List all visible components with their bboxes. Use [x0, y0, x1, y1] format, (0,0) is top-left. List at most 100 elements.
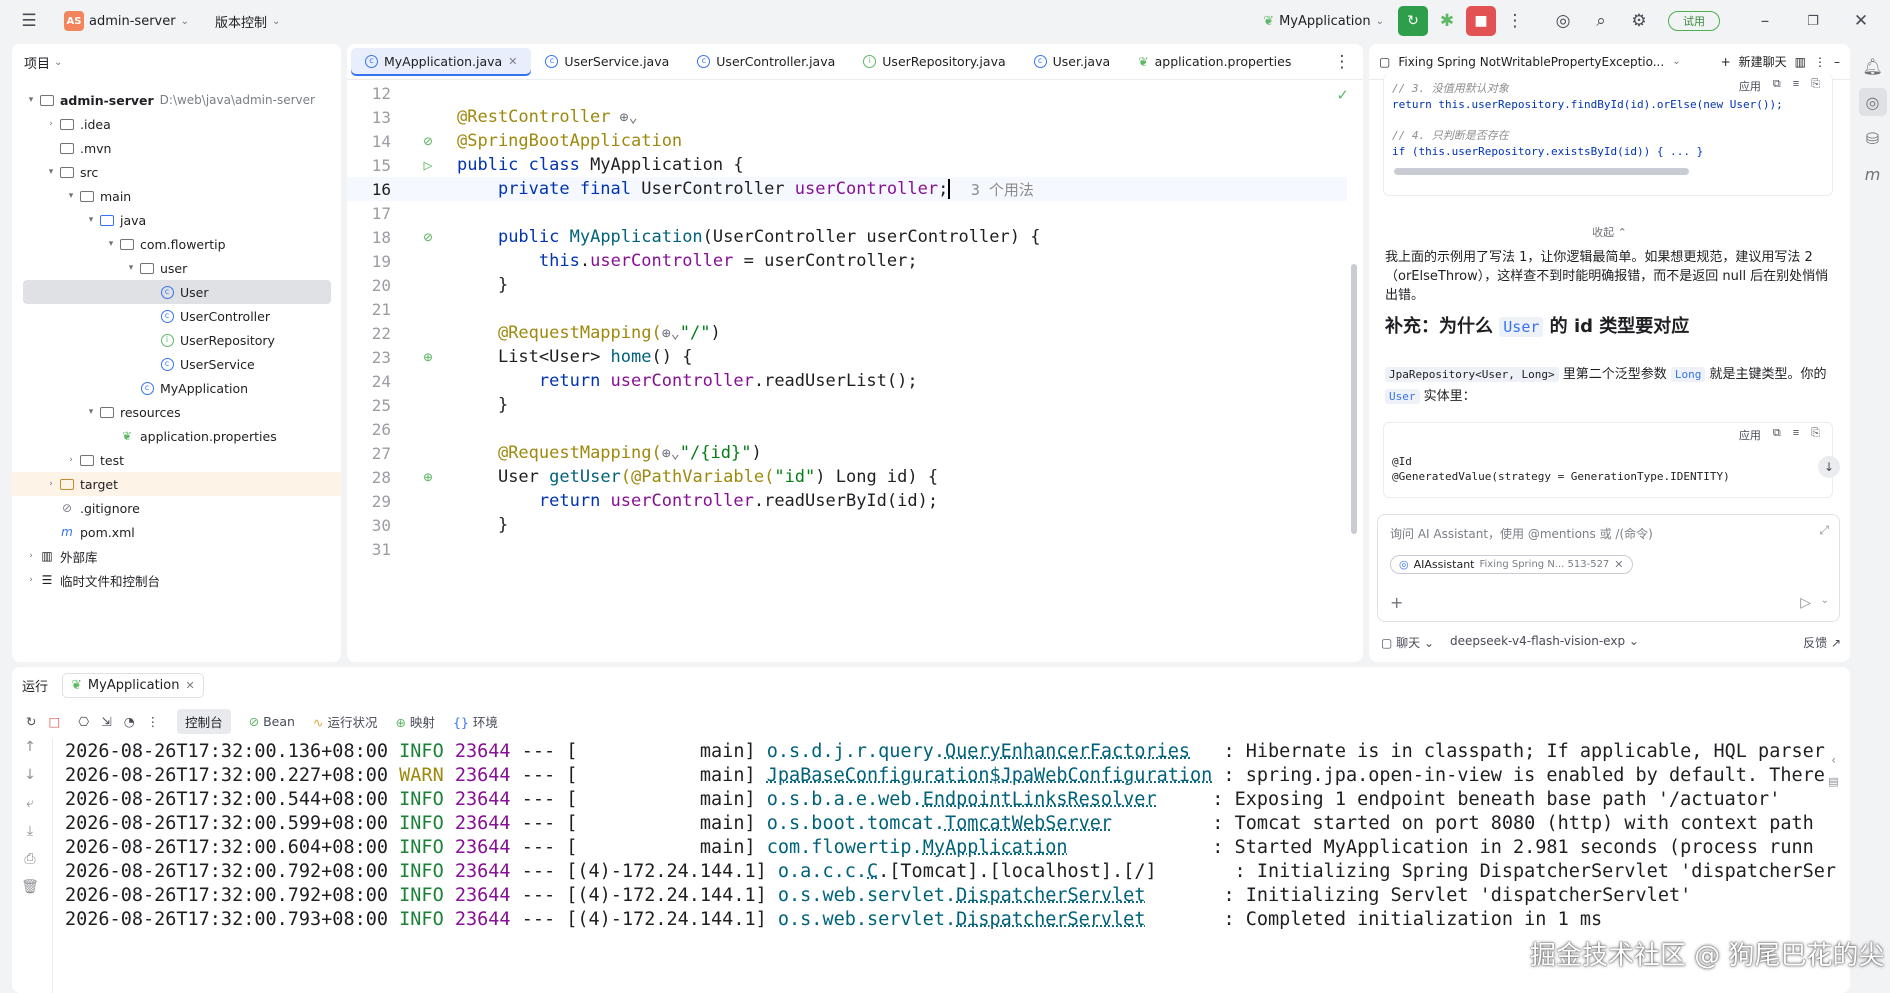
notifications-icon[interactable]: 🔔︎ — [1859, 52, 1887, 80]
more-icon[interactable]: ⋮ — [1500, 6, 1530, 36]
tree-item-user-package[interactable]: ▾ user — [12, 256, 330, 280]
spring-bean-icon[interactable]: ⊘ — [399, 228, 457, 246]
new-chat-button[interactable]: 新建聊天 — [1739, 53, 1787, 70]
arrow-up-icon[interactable]: ↑ — [24, 739, 36, 755]
print-icon[interactable]: ⎙ — [24, 851, 35, 867]
log-logger[interactable]: o.a.c.c.C — [778, 861, 878, 882]
log-logger[interactable]: o.s.b.a.e.web.EndpointLinksResolver — [767, 789, 1157, 810]
tree-item-myapplication[interactable]: c MyApplication — [12, 376, 330, 400]
plus-icon[interactable]: + — [1390, 593, 1403, 612]
trash-icon[interactable]: 🗑︎ — [21, 879, 39, 895]
snippet-scrollbar[interactable] — [1394, 168, 1689, 175]
tab-userrepository[interactable]: i UserRepository.java — [849, 48, 1019, 76]
stop-icon[interactable]: □ — [48, 714, 60, 729]
close-icon[interactable]: ✕ — [1614, 558, 1623, 571]
chevron-left-icon[interactable]: ‹ — [1831, 753, 1836, 767]
chevron-down-icon[interactable]: ⌄ — [1672, 56, 1680, 67]
tree-item-mvn[interactable]: .mvn — [12, 136, 330, 160]
tree-item-pom[interactable]: m pom.xml — [12, 520, 330, 544]
editor-scrollbar[interactable] — [1351, 264, 1357, 534]
ai-assistant-icon[interactable]: ◎ — [1858, 88, 1887, 116]
copy-icon[interactable]: ⧉ — [1773, 427, 1781, 443]
log-logger[interactable]: o.s.boot.tomcat.TomcatWebServer — [767, 813, 1112, 834]
log-logger[interactable]: o.s.d.j.r.query.QueryEnhancerFactories — [767, 741, 1190, 762]
tab-environment[interactable]: {} 环境 — [453, 712, 498, 731]
logger-class-link[interactable]: DispatcherServlet — [956, 885, 1145, 906]
logger-class-link[interactable]: TomcatWebServer — [945, 813, 1112, 834]
tab-userservice[interactable]: c UserService.java — [531, 48, 683, 76]
search-icon[interactable]: ⌕ — [1586, 6, 1616, 36]
log-logger[interactable]: o.s.web.servlet.DispatcherServlet — [778, 885, 1146, 906]
tree-item-main[interactable]: ▾ main — [12, 184, 330, 208]
tab-myapplication[interactable]: c MyApplication.java ✕ — [351, 47, 532, 76]
insert-icon[interactable]: ≡ — [1793, 78, 1799, 94]
globe-icon[interactable]: ⊕⌄ — [662, 324, 680, 342]
stop-button[interactable]: ■ — [1466, 6, 1496, 36]
copy-icon[interactable]: ⧉ — [1773, 78, 1781, 94]
globe-icon[interactable]: ⊕⌄ — [662, 444, 680, 462]
camera-icon[interactable]: ⎔ — [78, 714, 89, 729]
mode-selector[interactable]: ▢ 聊天 ⌄ — [1381, 634, 1434, 651]
tree-item-test[interactable]: › test — [12, 448, 330, 472]
database-icon[interactable]: ⛁ — [1859, 124, 1887, 152]
endpoint-icon[interactable]: ⊕ — [399, 468, 457, 486]
tree-item-root[interactable]: ▾ admin-server D:\web\java\admin-server — [12, 88, 330, 112]
minimize-icon[interactable]: – — [1834, 55, 1840, 69]
tree-item-app-properties[interactable]: ❦ application.properties — [12, 424, 330, 448]
endpoint-icon[interactable]: ⊕ — [399, 348, 457, 366]
tree-item-usercontroller[interactable]: c UserController — [12, 304, 330, 328]
close-icon[interactable]: ✕ — [185, 679, 194, 692]
tab-health[interactable]: ∿ 运行状况 — [313, 712, 377, 731]
maximize-icon[interactable]: ❐ — [1798, 6, 1828, 36]
gear-icon[interactable]: ⚙ — [1624, 6, 1654, 36]
tab-app-properties[interactable]: ❦ application.properties — [1124, 48, 1305, 76]
new-file-icon[interactable]: ⎘ — [1811, 78, 1820, 94]
run-tab-myapplication[interactable]: ❦ MyApplication ✕ — [62, 672, 204, 698]
tree-item-src[interactable]: ▾ src — [12, 160, 330, 184]
code-editor[interactable]: 12 13 @RestController ⊕⌄ 14 ⊘ @SpringBootAp… — [347, 81, 1363, 662]
soft-wrap-icon[interactable]: ⤶ — [26, 795, 34, 811]
more-icon[interactable]: ⋮ — [1814, 55, 1826, 69]
model-selector[interactable]: deepseek-v4-flash-vision-exp ⌄ — [1450, 634, 1639, 651]
main-menu-icon[interactable]: ☰ — [14, 6, 44, 36]
tree-item-gitignore[interactable]: ⊘ .gitignore — [12, 496, 330, 520]
trial-button[interactable]: 试用 — [1668, 11, 1720, 31]
logger-class-link[interactable]: QueryEnhancerFactories — [945, 741, 1190, 762]
tree-item-external-libs[interactable]: › ▥ 外部库 — [12, 544, 330, 568]
more-icon[interactable]: ⋮ — [147, 714, 160, 729]
log-logger[interactable]: JpaBaseConfiguration$JpaWebConfiguration — [767, 765, 1213, 786]
close-icon[interactable]: ✕ — [1846, 6, 1876, 36]
tab-usercontroller[interactable]: c UserController.java — [683, 48, 849, 76]
rerun-icon[interactable]: ↻ — [26, 714, 36, 729]
ai-input-box[interactable]: 询问 AI Assistant，使用 @mentions 或 /(命令) ⤢ ◎… — [1377, 514, 1840, 622]
debug-icon[interactable]: ✱ — [1432, 6, 1462, 36]
tab-user[interactable]: c User.java — [1020, 48, 1125, 76]
tab-console[interactable]: 控制台 — [177, 708, 231, 734]
tree-item-resources[interactable]: ▾ resources — [12, 400, 330, 424]
project-selector[interactable]: AS admin-server ⌄ — [56, 6, 197, 36]
context-chip[interactable]: ◎ AIAssistant Fixing Spring N... 513-527… — [1390, 555, 1633, 574]
vcs-menu[interactable]: 版本控制 ⌄ — [207, 6, 288, 36]
tree-item-userrepository[interactable]: i UserRepository — [12, 328, 330, 352]
minimize-icon[interactable]: – — [1750, 6, 1780, 36]
send-icon[interactable]: ▷ — [1800, 595, 1811, 611]
scroll-down-icon[interactable]: ↓ — [1818, 456, 1840, 478]
chat-title[interactable]: Fixing Spring NotWritablePropertyExcepti… — [1398, 55, 1664, 69]
exit-icon[interactable]: ⇲ — [101, 714, 111, 729]
more-icon[interactable]: ⋮ — [1327, 47, 1357, 77]
collapse-button[interactable]: 收起 ⌃ — [1369, 224, 1850, 240]
feedback-link[interactable]: 反馈 ↗ — [1803, 634, 1841, 651]
tree-item-idea[interactable]: › .idea — [12, 112, 330, 136]
ai-assistant-icon[interactable]: ◎ — [1548, 6, 1578, 36]
logger-class-link[interactable]: C — [867, 861, 878, 882]
tree-item-scratches[interactable]: › ☰ 临时文件和控制台 — [12, 568, 330, 592]
layout-icon[interactable]: ▥ — [1795, 55, 1806, 69]
expand-icon[interactable]: ⤢ — [1819, 523, 1829, 538]
chevron-down-icon[interactable]: ⌄ — [1821, 595, 1829, 606]
globe-icon[interactable]: ⊕⌄ — [611, 108, 638, 126]
spring-bean-icon[interactable]: ⊘ — [399, 132, 457, 150]
maven-icon[interactable]: m — [1859, 160, 1887, 188]
usages-hint[interactable]: 3 个用法 — [971, 179, 1034, 200]
logger-class-link[interactable]: DispatcherServlet — [956, 909, 1145, 930]
tree-item-user-class[interactable]: c User — [23, 280, 331, 304]
